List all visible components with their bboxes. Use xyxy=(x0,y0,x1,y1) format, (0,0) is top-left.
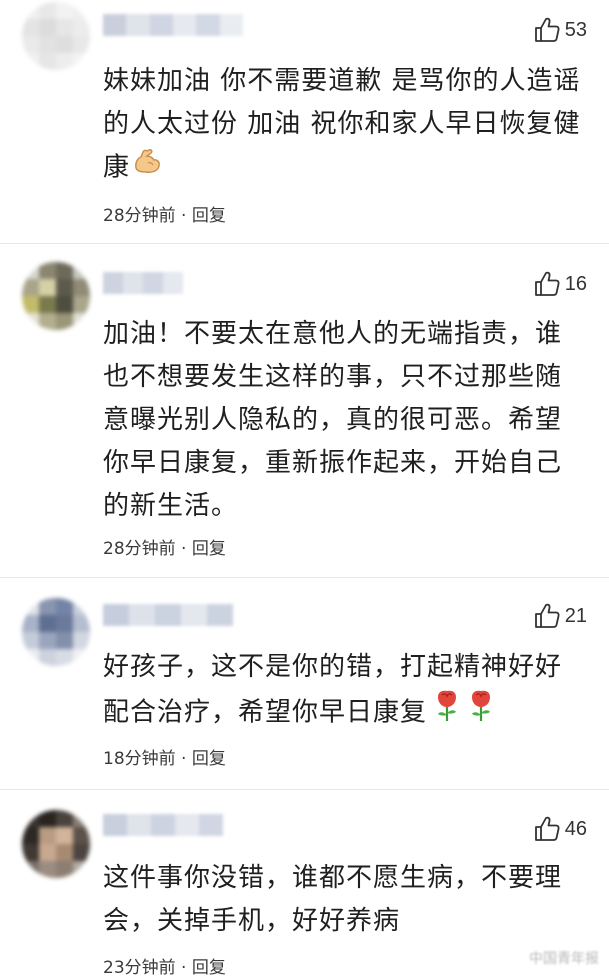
watermark: 中国青年报 xyxy=(529,951,599,967)
divider xyxy=(0,789,609,790)
rose-icon xyxy=(467,689,495,737)
avatar[interactable] xyxy=(22,2,90,70)
comment-meta: 23分钟前 · 回复 xyxy=(103,953,226,978)
username-redacted[interactable] xyxy=(103,604,233,626)
meta-separator: · xyxy=(181,539,187,559)
comment-time: 28分钟前 xyxy=(103,539,176,559)
comment-time: 23分钟前 xyxy=(103,958,176,978)
thumbs-up-icon xyxy=(534,17,560,42)
username-redacted[interactable] xyxy=(103,14,243,36)
comment-text: 好孩子，这不是你的错，打起精神好好 配合治疗，希望你早日康复 xyxy=(103,646,593,737)
thumbs-up-icon xyxy=(534,816,560,841)
comment-time: 28分钟前 xyxy=(103,206,176,226)
thumbs-up-icon xyxy=(534,603,560,628)
like-button[interactable]: 21 xyxy=(533,602,587,630)
username-redacted[interactable] xyxy=(103,814,223,836)
like-button[interactable]: 53 xyxy=(533,16,587,44)
comment-text: 加油！不要太在意他人的无端指责，谁 也不想要发生这样的事，只不过那些随 意曝光别… xyxy=(103,319,563,521)
comment-meta: 28分钟前 · 回复 xyxy=(103,201,226,226)
thumbs-up-icon xyxy=(534,271,560,296)
divider xyxy=(0,243,609,244)
reply-button[interactable]: 回复 xyxy=(192,206,226,226)
like-count: 21 xyxy=(564,604,587,627)
comment-text: 这件事你没错，谁都不愿生病，不要理 会，关掉手机，好好养病 xyxy=(103,863,563,936)
meta-separator: · xyxy=(181,206,187,226)
comment-text: 妹妹加油 你不需要道歉 是骂你的人造谣 的人太过份 加油 祝你和家人早日恢复健 … xyxy=(103,60,593,190)
like-button[interactable]: 16 xyxy=(533,270,587,298)
comment-meta: 18分钟前 · 回复 xyxy=(103,744,226,769)
divider xyxy=(0,577,609,578)
avatar[interactable] xyxy=(22,262,90,330)
like-count: 46 xyxy=(564,817,587,840)
like-count: 53 xyxy=(564,18,587,41)
like-count: 16 xyxy=(564,272,587,295)
meta-separator: · xyxy=(181,958,187,978)
reply-button[interactable]: 回复 xyxy=(192,749,226,769)
comment-time: 18分钟前 xyxy=(103,749,176,769)
avatar[interactable] xyxy=(22,810,90,878)
reply-button[interactable]: 回复 xyxy=(192,539,226,559)
flexed-biceps-icon xyxy=(132,146,162,190)
meta-separator: · xyxy=(181,749,187,769)
reply-button[interactable]: 回复 xyxy=(192,958,226,978)
avatar[interactable] xyxy=(22,598,90,666)
rose-icon xyxy=(433,689,461,737)
username-redacted[interactable] xyxy=(103,272,183,294)
like-button[interactable]: 46 xyxy=(533,815,587,843)
comment-meta: 28分钟前 · 回复 xyxy=(103,534,226,559)
comment-text-content: 妹妹加油 你不需要道歉 是骂你的人造谣 的人太过份 加油 祝你和家人早日恢复健 … xyxy=(103,66,581,183)
